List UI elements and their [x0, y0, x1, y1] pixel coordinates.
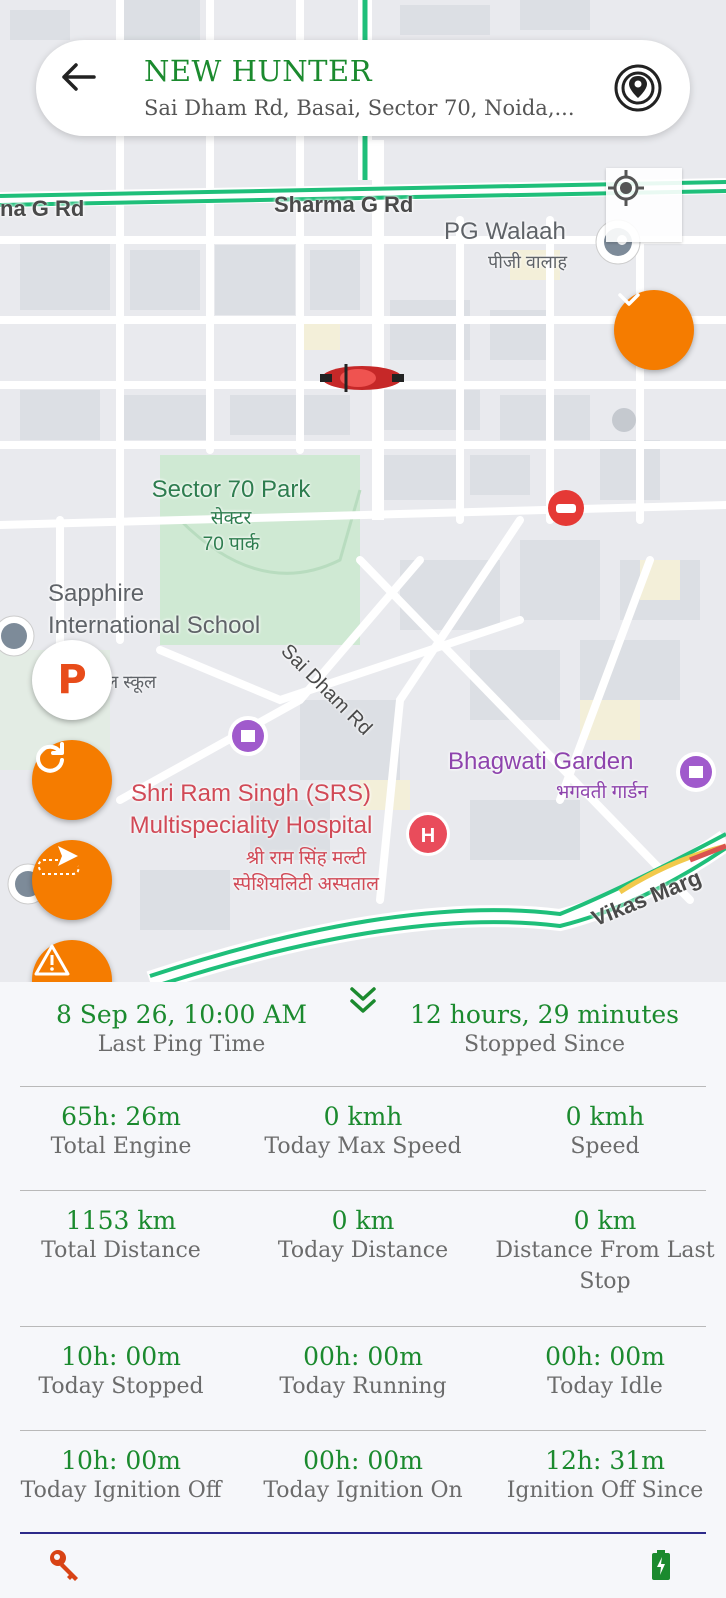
bottom-divider [20, 1532, 706, 1534]
stat-today-idle: 00h: 00m Today Idle [484, 1342, 726, 1402]
refresh-icon [36, 742, 64, 773]
last-ping-value: 8 Sep 26, 10:00 AM [55, 1000, 308, 1029]
stat-value: 00h: 00m [545, 1342, 665, 1371]
vehicle-info-panel: 8 Sep 26, 10:00 AM Last Ping Time 12 hou… [0, 982, 726, 1598]
stat-label: Today Idle [547, 1374, 663, 1399]
stat-total-engine: 65h: 26m Total Engine [0, 1102, 242, 1162]
stopped-since-label: Stopped Since [463, 1032, 626, 1057]
stat-value: 0 km [331, 1206, 395, 1235]
stat-value: 0 kmh [565, 1102, 645, 1131]
divider [20, 1430, 706, 1431]
stat-label: Total Engine [50, 1134, 192, 1159]
stat-today-running: 00h: 00m Today Running [242, 1342, 484, 1402]
divider [20, 1326, 706, 1327]
my-location-icon [608, 170, 644, 206]
poi-park-hindi-1: सेक्टर [210, 508, 252, 529]
poi-hospital-line1[interactable]: Shri Ram Singh (SRS) [106, 778, 396, 809]
poi-garden-hindi: भगवती गार्डन [556, 782, 648, 803]
poi-hospital-line2[interactable]: Multispeciality Hospital [106, 810, 396, 841]
parking-button[interactable]: P [32, 640, 112, 720]
road-label-sharma: Sharma G Rd [274, 192, 414, 217]
stat-label: Total Distance [41, 1238, 201, 1263]
stopped-since-value: 12 hours, 29 minutes [409, 1000, 680, 1029]
stat-ignition-off-since: 12h: 31m Ignition Off Since [484, 1446, 726, 1506]
route-playback-button[interactable] [32, 840, 112, 920]
vehicle-header-card: NEW HUNTER Sai Dham Rd, Basai, Sector 70… [36, 40, 690, 136]
poi-hospital-hindi-1: श्री राम सिंह मल्टी [245, 848, 367, 869]
last-ping-label: Last Ping Time [97, 1032, 266, 1057]
my-location-button[interactable] [606, 168, 682, 242]
live-location-icon [614, 64, 662, 112]
stat-label: Today Ignition Off [20, 1478, 222, 1503]
poi-pg-walaah[interactable]: PG Walaah [444, 218, 566, 246]
stat-speed: 0 kmh Speed [484, 1102, 726, 1162]
key-icon [50, 1550, 78, 1581]
stat-label: Speed [570, 1134, 640, 1159]
stat-today-ignition-on: 00h: 00m Today Ignition On [242, 1446, 484, 1506]
stat-label: Today Distance [277, 1238, 449, 1263]
live-location-button[interactable] [612, 62, 664, 114]
poi-pg-walaah-hindi: पीजी वालाह [488, 252, 567, 272]
stat-value: 00h: 00m [303, 1446, 423, 1475]
poi-school-hindi: ल स्कूल [106, 672, 157, 692]
collapse-menu-button[interactable] [614, 290, 694, 370]
vehicle-address: Sai Dham Rd, Basai, Sector 70, Noida,... [144, 96, 575, 120]
stat-value: 65h: 26m [61, 1102, 181, 1131]
stat-today-ignition-off: 10h: 00m Today Ignition Off [0, 1446, 242, 1506]
alert-icon [34, 944, 70, 976]
stat-value: 12h: 31m [545, 1446, 665, 1475]
stat-distance-from-last-stop: 0 km Distance From Last Stop [484, 1206, 726, 1297]
stat-today-distance: 0 km Today Distance [242, 1206, 484, 1266]
poi-garden[interactable]: Bhagwati Garden [448, 748, 633, 776]
road-label-sharma-left: na G Rd [0, 196, 85, 221]
refresh-button[interactable] [32, 740, 112, 820]
stat-label: Today Ignition On [263, 1478, 463, 1503]
stat-value: 10h: 00m [61, 1446, 181, 1475]
svg-text:H: H [421, 825, 435, 847]
route-icon [37, 846, 80, 875]
arrow-left-icon [62, 63, 96, 91]
divider [20, 1190, 706, 1191]
poi-school-line1[interactable]: Sapphire [48, 580, 144, 608]
stat-value: 1153 km [65, 1206, 177, 1235]
stat-total-distance: 1153 km Total Distance [0, 1206, 242, 1266]
stopped-since-block: 12 hours, 29 minutes Stopped Since [363, 1000, 726, 1060]
poi-school-line2[interactable]: International School [48, 612, 260, 640]
status-summary: 8 Sep 26, 10:00 AM Last Ping Time 12 hou… [0, 1000, 726, 1070]
map-view[interactable]: H na G Rd Sharma G Rd Sai Dham Rd Vikas … [0, 0, 726, 982]
last-ping-block: 8 Sep 26, 10:00 AM Last Ping Time [0, 1000, 363, 1060]
vehicle-name: NEW HUNTER [144, 54, 373, 88]
chevron-down-icon [618, 293, 640, 306]
stat-label: Today Stopped [38, 1374, 204, 1399]
divider [20, 1086, 706, 1087]
stat-label: Today Max Speed [264, 1134, 462, 1159]
stat-today-stopped: 10h: 00m Today Stopped [0, 1342, 242, 1402]
battery-charging-icon [652, 1550, 670, 1580]
stat-today-max-speed: 0 kmh Today Max Speed [242, 1102, 484, 1162]
stat-label: Today Running [279, 1374, 447, 1399]
stat-value: 10h: 00m [61, 1342, 181, 1371]
parking-icon: P [57, 657, 87, 703]
poi-park[interactable]: Sector 70 Park [138, 475, 324, 505]
poi-park-hindi-2: 70 पार्क [202, 534, 260, 555]
stat-label: Distance From Last Stop [495, 1238, 715, 1294]
stat-value: 0 kmh [323, 1102, 403, 1131]
stat-label: Ignition Off Since [506, 1478, 704, 1503]
back-button[interactable] [60, 62, 112, 114]
poi-hospital-hindi-2: स्पेशियलिटी अस्पताल [233, 874, 379, 895]
stat-value: 00h: 00m [303, 1342, 423, 1371]
stat-value: 0 km [573, 1206, 637, 1235]
